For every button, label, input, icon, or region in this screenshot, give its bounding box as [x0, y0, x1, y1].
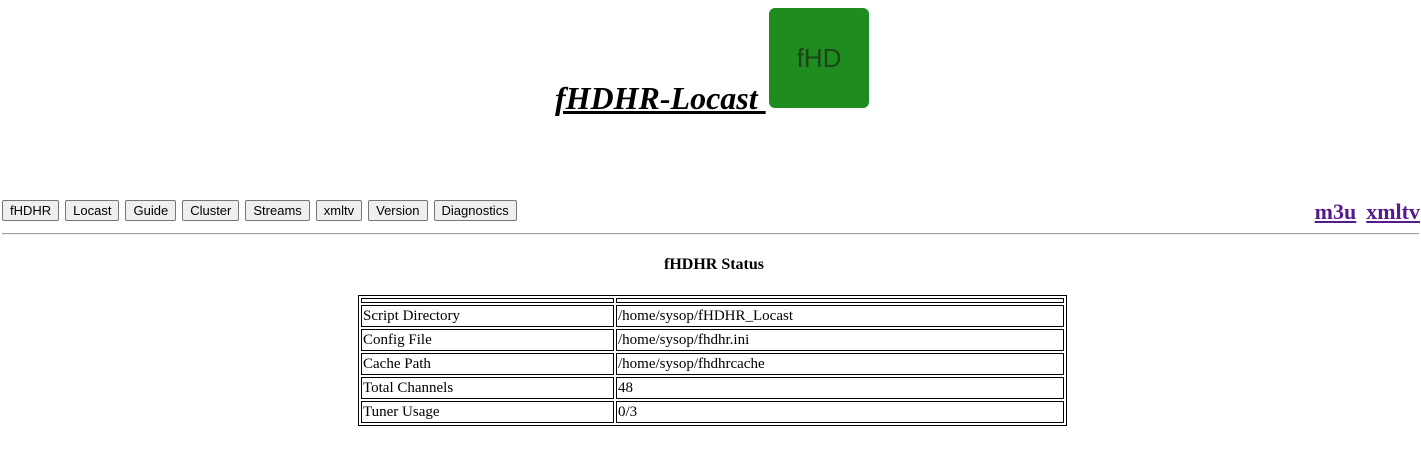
nav-button-locast[interactable]: Locast	[65, 200, 120, 221]
table-row: Config File /home/sysop/fhdhr.ini	[361, 329, 1064, 351]
table-row: Script Directory /home/sysop/fHDHR_Locas…	[361, 305, 1064, 327]
xmltv-link[interactable]: xmltv	[1366, 198, 1420, 226]
nav-button-xmltv[interactable]: xmltv	[315, 200, 363, 221]
horizontal-divider	[2, 233, 1419, 235]
table-row: Tuner Usage 0/3	[361, 401, 1064, 423]
playlist-links: m3u xmltv	[1315, 198, 1420, 226]
nav-button-version[interactable]: Version	[368, 200, 428, 221]
m3u-link[interactable]: m3u	[1315, 198, 1357, 226]
nav-button-cluster[interactable]: Cluster	[182, 200, 240, 221]
nav-button-streams[interactable]: Streams	[245, 200, 310, 221]
row-value: 0/3	[616, 401, 1064, 423]
fhdhr-logo-image[interactable]: fHD	[769, 8, 869, 108]
nav-bar: fHDHR Locast Guide Cluster Streams xmltv…	[2, 200, 517, 221]
page-title-link[interactable]: fHDHR-Locast	[555, 78, 766, 118]
nav-button-diagnostics[interactable]: Diagnostics	[433, 200, 517, 221]
nav-button-guide[interactable]: Guide	[125, 200, 177, 221]
row-value: /home/sysop/fhdhrcache	[616, 353, 1064, 375]
row-value: 48	[616, 377, 1064, 399]
row-label: Config File	[361, 329, 614, 351]
row-label: Cache Path	[361, 353, 614, 375]
page: fHDHR-Locast fHD fHDHR Locast Guide Clus…	[0, 0, 1421, 450]
nav-button-fhdhr[interactable]: fHDHR	[2, 200, 60, 221]
table-row: Cache Path /home/sysop/fhdhrcache	[361, 353, 1064, 375]
header-cell	[361, 298, 614, 303]
table-header-row	[361, 298, 1064, 303]
status-table: Script Directory /home/sysop/fHDHR_Locas…	[358, 295, 1067, 426]
row-label: Script Directory	[361, 305, 614, 327]
row-label: Total Channels	[361, 377, 614, 399]
table-row: Total Channels 48	[361, 377, 1064, 399]
header-cell	[616, 298, 1064, 303]
row-label: Tuner Usage	[361, 401, 614, 423]
logo-text: fHD	[796, 42, 842, 73]
row-value: /home/sysop/fhdhr.ini	[616, 329, 1064, 351]
status-heading: fHDHR Status	[663, 256, 764, 273]
row-value: /home/sysop/fHDHR_Locast	[616, 305, 1064, 327]
